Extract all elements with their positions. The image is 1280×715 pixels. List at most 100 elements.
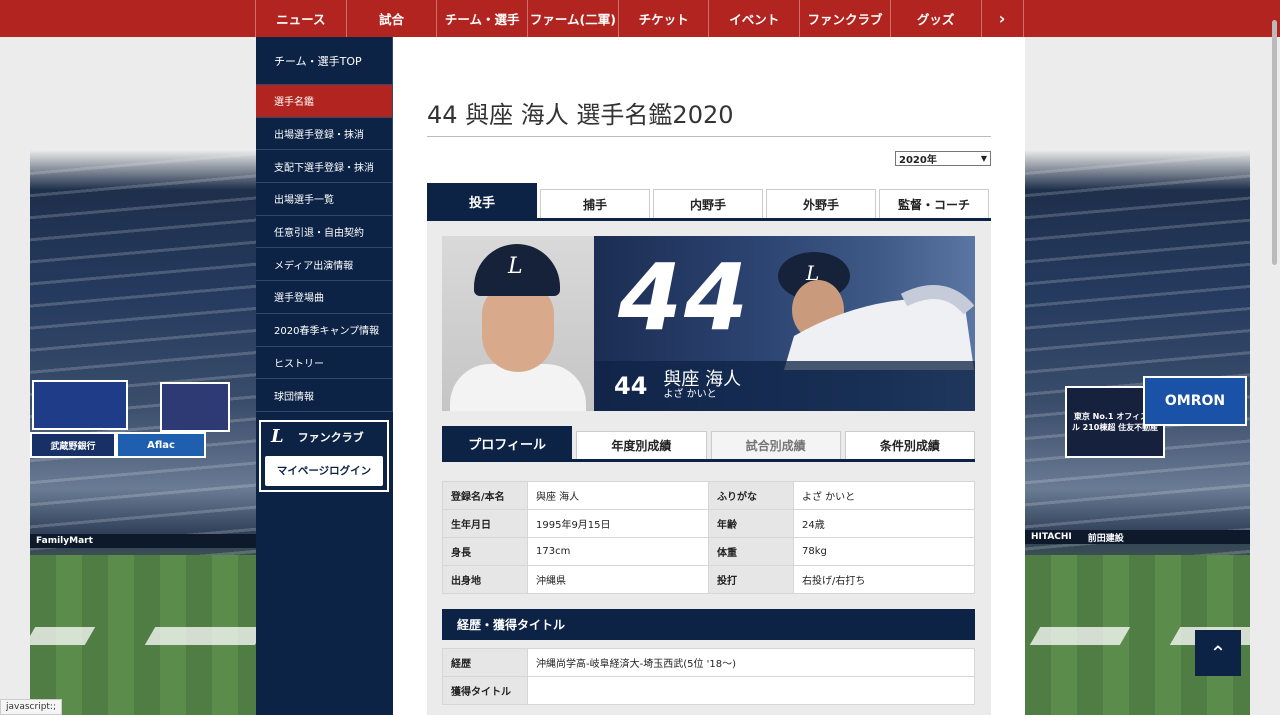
tab-catcher[interactable]: 捕手: [540, 189, 650, 218]
tab-infielder[interactable]: 内野手: [653, 189, 763, 218]
player-detail-panel: L 44 L 44 與座 海人 よざ かいと プロフィール 年度別成績 試合別成…: [427, 221, 991, 715]
back-to-top-button[interactable]: ⌃: [1195, 630, 1241, 676]
ad-familymart: FamilyMart: [36, 536, 93, 546]
position-tabs: 投手 捕手 内野手 外野手 監督・コーチ: [427, 183, 991, 221]
main-content: 44 與座 海人 選手名鑑2020 2020年 ▼ 投手 捕手 内野手 外野手 …: [393, 37, 1025, 715]
ad-board-aflac: Aflac: [116, 432, 206, 458]
profile-table: 登録名/本名 與座 海人 ふりがな よざ かいと 生年月日 1995年9月15日…: [442, 481, 975, 594]
ad-hitachi: HITACHI: [1031, 532, 1072, 542]
portrait-face: [482, 284, 554, 372]
player-portrait: L: [442, 236, 594, 411]
player-name-bar: 44 與座 海人 よざ かいと: [594, 361, 975, 411]
fanclub-header: L ファンクラブ: [265, 426, 383, 448]
profile-value: 78kg: [793, 537, 975, 566]
profile-key: 登録名/本名: [442, 481, 528, 510]
nav-news[interactable]: ニュース: [255, 0, 346, 37]
player-number: 44: [614, 372, 648, 400]
scrollbar[interactable]: [1272, 20, 1277, 265]
chevron-down-icon: ▼: [980, 154, 987, 163]
profile-value: 與座 海人: [527, 481, 709, 510]
year-select[interactable]: 2020年 ▼: [895, 151, 991, 166]
portrait-cap: L: [474, 244, 560, 296]
profile-value: 沖縄県: [527, 565, 709, 594]
table-row: 生年月日 1995年9月15日 年齢 24歳: [442, 509, 975, 538]
table-row: 出身地 沖縄県 投打 右投げ/右打ち: [442, 565, 975, 594]
profile-value: 1995年9月15日: [527, 509, 709, 538]
nav-fanclub[interactable]: ファンクラブ: [799, 0, 890, 37]
sidebar-team-top[interactable]: チーム・選手TOP: [256, 37, 393, 85]
field-marking: [30, 627, 96, 645]
field-marking: [144, 627, 256, 645]
sidebar-item-walkup-songs[interactable]: 選手登場曲: [256, 281, 393, 314]
ad-board-portrait: [160, 382, 230, 432]
player-banner: 44 L 44 與座 海人 よざ かいと: [594, 236, 975, 411]
ad-band-left: FamilyMart: [30, 534, 256, 548]
sidebar-item-roster-registration[interactable]: 出場選手登録・抹消: [256, 117, 393, 151]
mypage-login-button[interactable]: マイページログイン: [265, 455, 383, 486]
sidebar-item-club-info[interactable]: 球団情報: [256, 379, 393, 412]
profile-value: 24歳: [793, 509, 975, 538]
career-key: 経歴: [442, 648, 528, 677]
ad-maeda: 前田建設: [1087, 533, 1124, 544]
profile-key: 身長: [442, 537, 528, 566]
profile-key: 投打: [708, 565, 794, 594]
nav-goods[interactable]: グッズ: [889, 0, 981, 37]
profile-key: ふりがな: [708, 481, 794, 510]
pitcher-action-image: L: [778, 252, 974, 370]
ad-band-right: HITACHI 前田建設: [1025, 530, 1250, 544]
fanclub-box: L ファンクラブ マイページログイン: [259, 419, 389, 492]
profile-value: よざ かいと: [793, 481, 975, 510]
profile-key: 生年月日: [442, 509, 528, 538]
table-row: 登録名/本名 與座 海人 ふりがな よざ かいと: [442, 481, 975, 510]
tab-profile[interactable]: プロフィール: [442, 426, 573, 459]
nav-team-players[interactable]: チーム・選手: [436, 0, 527, 37]
sidebar: チーム・選手TOP 選手名鑑 出場選手登録・抹消 支配下選手登録・抹消 出場選手…: [256, 37, 393, 715]
lions-logo-icon: L: [271, 426, 284, 448]
sidebar-item-spring-camp[interactable]: 2020春季キャンプ情報: [256, 313, 393, 347]
table-row: 経歴 沖縄尚学高-岐阜経済大-埼玉西武(5位 '18〜): [442, 648, 975, 677]
status-bar: javascript:;: [0, 699, 63, 715]
cap-logo-icon: L: [508, 254, 523, 279]
page-title: 44 與座 海人 選手名鑑2020: [427, 95, 991, 137]
career-key: 獲得タイトル: [442, 676, 528, 705]
ad-board-bank: 武蔵野銀行: [30, 432, 116, 458]
profile-value: 右投げ/右打ち: [793, 565, 975, 594]
tab-situational-stats[interactable]: 条件別成績: [844, 431, 975, 459]
year-select-value: 2020年: [899, 155, 937, 166]
sidebar-item-media[interactable]: メディア出演情報: [256, 248, 393, 282]
sidebar-item-player-directory[interactable]: 選手名鑑: [256, 85, 393, 118]
career-value: [527, 676, 975, 705]
table-row: 身長 173cm 体重 78kg: [442, 537, 975, 566]
global-nav: ニュース 試合 チーム・選手 ファーム(二軍) チケット イベント ファンクラブ…: [0, 0, 1280, 37]
career-value: 沖縄尚学高-岐阜経済大-埼玉西武(5位 '18〜): [527, 648, 975, 677]
profile-key: 年齢: [708, 509, 794, 538]
career-heading: 経歴・獲得タイトル: [442, 609, 975, 640]
profile-key: 出身地: [442, 565, 528, 594]
banner-big-number: 44: [618, 244, 751, 351]
sidebar-item-contract-registration[interactable]: 支配下選手登録・抹消: [256, 150, 393, 184]
field-marking: [1029, 627, 1131, 645]
fanclub-label: ファンクラブ: [297, 430, 364, 444]
nav-events[interactable]: イベント: [708, 0, 799, 37]
player-hero: L 44 L 44 與座 海人 よざ かいと: [442, 236, 975, 411]
tab-yearly-stats[interactable]: 年度別成績: [576, 431, 707, 459]
nav-farm[interactable]: ファーム(二軍): [527, 0, 618, 37]
tab-manager-coach[interactable]: 監督・コーチ: [879, 189, 989, 218]
profile-value: 173cm: [527, 537, 709, 566]
sidebar-item-roster-list[interactable]: 出場選手一覧: [256, 183, 393, 216]
nav-next-arrow-icon[interactable]: ›: [980, 0, 1024, 37]
tab-outfielder[interactable]: 外野手: [766, 189, 876, 218]
sidebar-item-history[interactable]: ヒストリー: [256, 346, 393, 380]
player-name: 與座 海人: [663, 369, 742, 391]
nav-tickets[interactable]: チケット: [617, 0, 709, 37]
tab-pitcher[interactable]: 投手: [427, 183, 537, 218]
player-kana: よざ かいと: [663, 389, 717, 401]
ad-board-omron: OMRON: [1143, 376, 1247, 426]
ad-board: [32, 380, 128, 430]
sidebar-item-retirement[interactable]: 任意引退・自由契約: [256, 215, 393, 249]
tab-game-stats: 試合別成績: [710, 431, 841, 459]
profile-key: 体重: [708, 537, 794, 566]
stadium-background-left: Aflac 武蔵野銀行 FamilyMart: [30, 150, 256, 715]
nav-games[interactable]: 試合: [345, 0, 437, 37]
table-row: 獲得タイトル: [442, 676, 975, 705]
